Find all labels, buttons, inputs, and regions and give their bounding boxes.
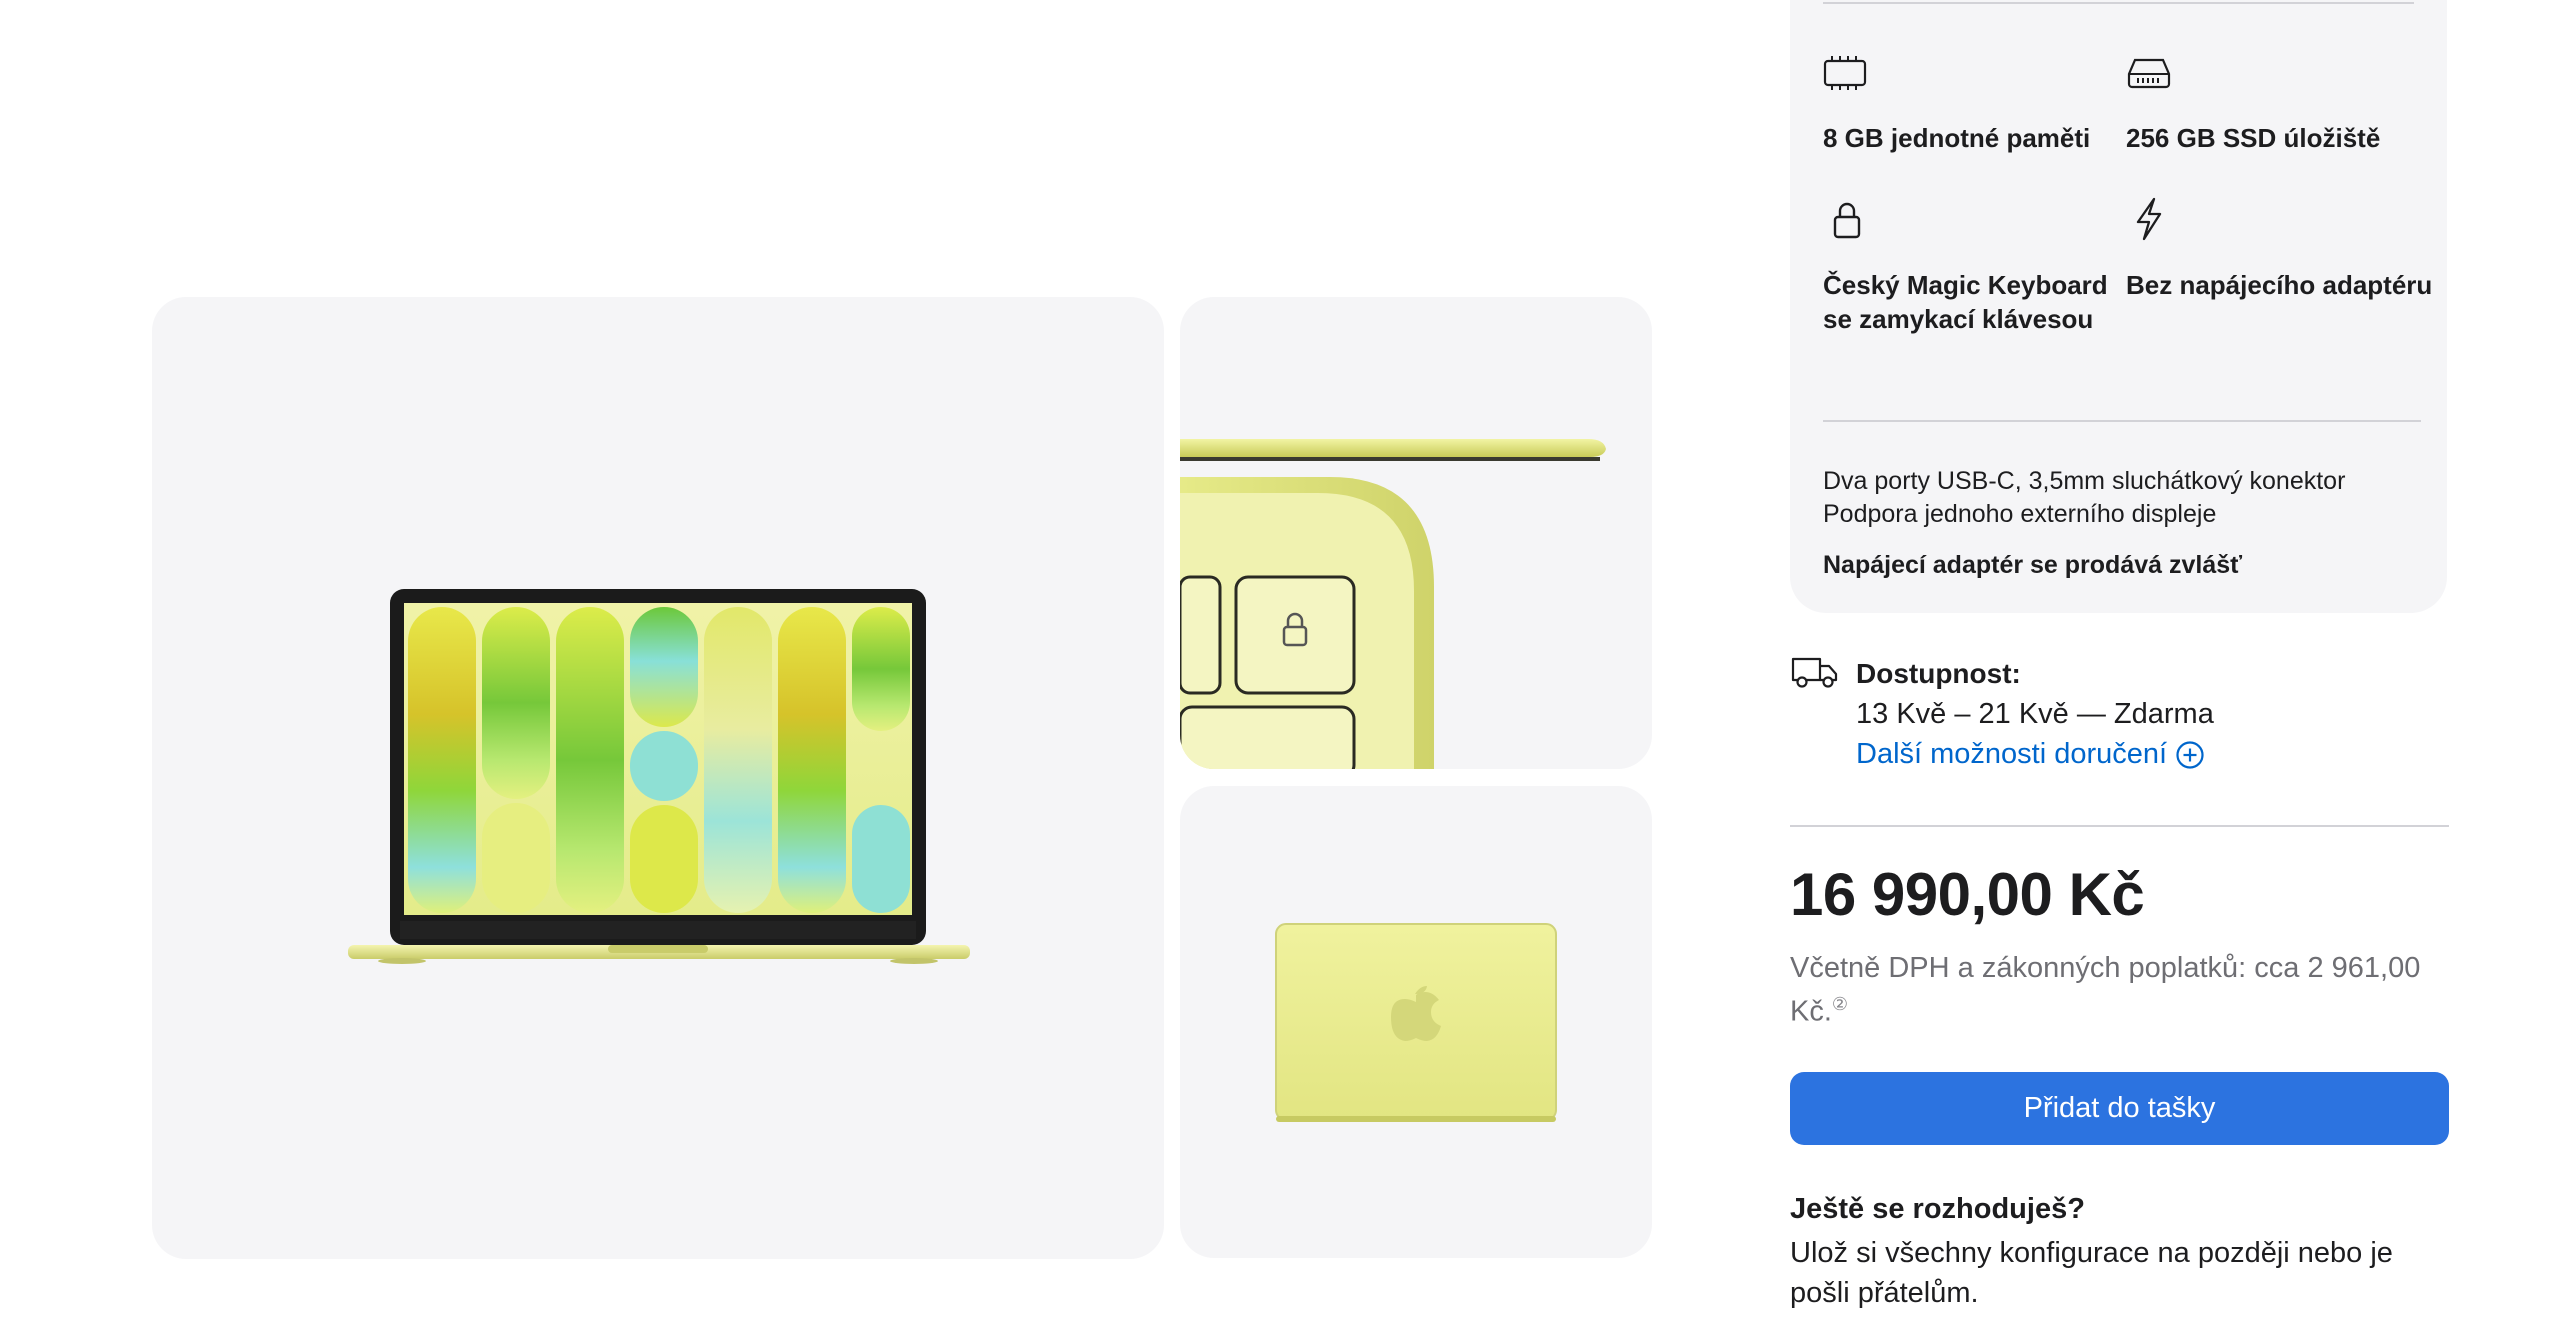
memory-chip-icon — [1823, 56, 1867, 90]
spec-storage-label: 256 GB SSD úložiště — [2126, 123, 2381, 153]
keyboard-closeup-illustration — [1180, 439, 1606, 769]
undecided-title: Ještě se rozhoduješ? — [1790, 1193, 2085, 1225]
lock-icon — [1833, 202, 1861, 239]
storage-drive-icon — [2127, 58, 2171, 89]
spec-keyboard-line1: Český Magic Keyboard — [1823, 270, 2108, 300]
spec-ports-line2: Podpora jednoho externího displeje — [1823, 500, 2217, 528]
add-to-bag-button[interactable]: Přidat do tašky — [1790, 1072, 2449, 1145]
spec-adapter-label: Bez napájecího adaptéru — [2126, 270, 2433, 300]
product-image-keyboard-detail[interactable] — [1180, 297, 1652, 769]
macbook-top-illustration — [1275, 923, 1557, 1122]
price-divider — [1790, 825, 2449, 827]
spec-keyboard-line2: se zamykací klávesou — [1823, 304, 2094, 334]
more-delivery-options-label: Další možnosti doručení — [1856, 738, 2168, 770]
footnote-marker[interactable]: ② — [1832, 994, 1848, 1014]
vat-text: Včetně DPH a zákonných poplatků: cca 2 9… — [1790, 952, 2421, 1028]
product-image-lid-top[interactable] — [1180, 786, 1652, 1258]
vat-note: Včetně DPH a zákonných poplatků: cca 2 9… — [1790, 950, 2450, 1030]
spec-divider-middle — [1823, 420, 2421, 422]
availability-dates: 13 Kvě – 21 Kvě — Zdarma — [1856, 698, 2214, 730]
spec-divider-top — [1823, 2, 2414, 4]
macbook-front-illustration — [348, 589, 970, 964]
spec-keyboard-label: Český Magic Keyboard se zamykací kláveso… — [1823, 268, 2108, 336]
product-image-front[interactable] — [152, 297, 1164, 1259]
spec-memory-label: 8 GB jednotné paměti — [1823, 123, 2091, 153]
spec-ports-line1: Dva porty USB-C, 3,5mm sluchátkový konek… — [1823, 467, 2346, 495]
more-delivery-options-link[interactable]: Další možnosti doručení — [1856, 738, 2205, 771]
undecided-text: Ulož si všechny konfigurace na později n… — [1790, 1237, 2393, 1309]
delivery-truck-icon — [1791, 657, 1838, 688]
availability-title: Dostupnost: — [1856, 658, 2021, 689]
lightning-bolt-icon — [2136, 197, 2162, 241]
spec-adapter-note: Napájecí adaptér se prodává zvlášť — [1823, 551, 2243, 579]
product-price: 16 990,00 Kč — [1790, 861, 2145, 928]
plus-circle-icon — [2176, 740, 2204, 769]
